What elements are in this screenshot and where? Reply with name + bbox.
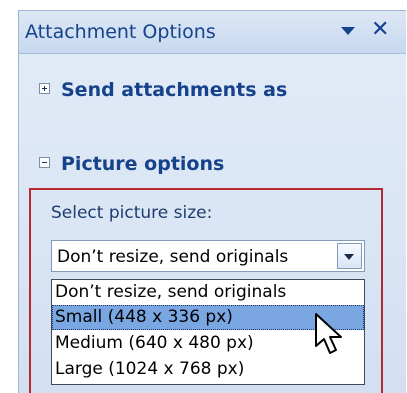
minus-icon[interactable] <box>39 157 50 168</box>
plus-icon[interactable] <box>39 83 50 94</box>
section-picture-options-label: Picture options <box>61 153 225 175</box>
picture-options-highlight-box: Select picture size: Don’t resize, send … <box>29 188 383 393</box>
chevron-down-icon[interactable] <box>341 27 355 35</box>
mouse-pointer-icon <box>315 313 342 354</box>
picture-size-select[interactable]: Don’t resize, send originals <box>51 240 365 272</box>
pane-title: Attachment Options <box>25 21 216 43</box>
chevron-down-icon <box>344 254 354 260</box>
option-large[interactable]: Large (1024 x 768 px) <box>52 357 364 382</box>
picture-size-label: Select picture size: <box>51 203 213 223</box>
option-dont-resize[interactable]: Don’t resize, send originals <box>52 280 364 305</box>
picture-size-selected-value: Don’t resize, send originals <box>57 247 289 267</box>
dropdown-button[interactable] <box>337 243 362 269</box>
pane-titlebar: Attachment Options ✕ <box>19 11 406 54</box>
attachment-options-pane: Attachment Options ✕ Send attachments as… <box>18 10 406 393</box>
close-icon[interactable]: ✕ <box>371 17 389 43</box>
section-send-attachments-as-label: Send attachments as <box>61 79 288 101</box>
